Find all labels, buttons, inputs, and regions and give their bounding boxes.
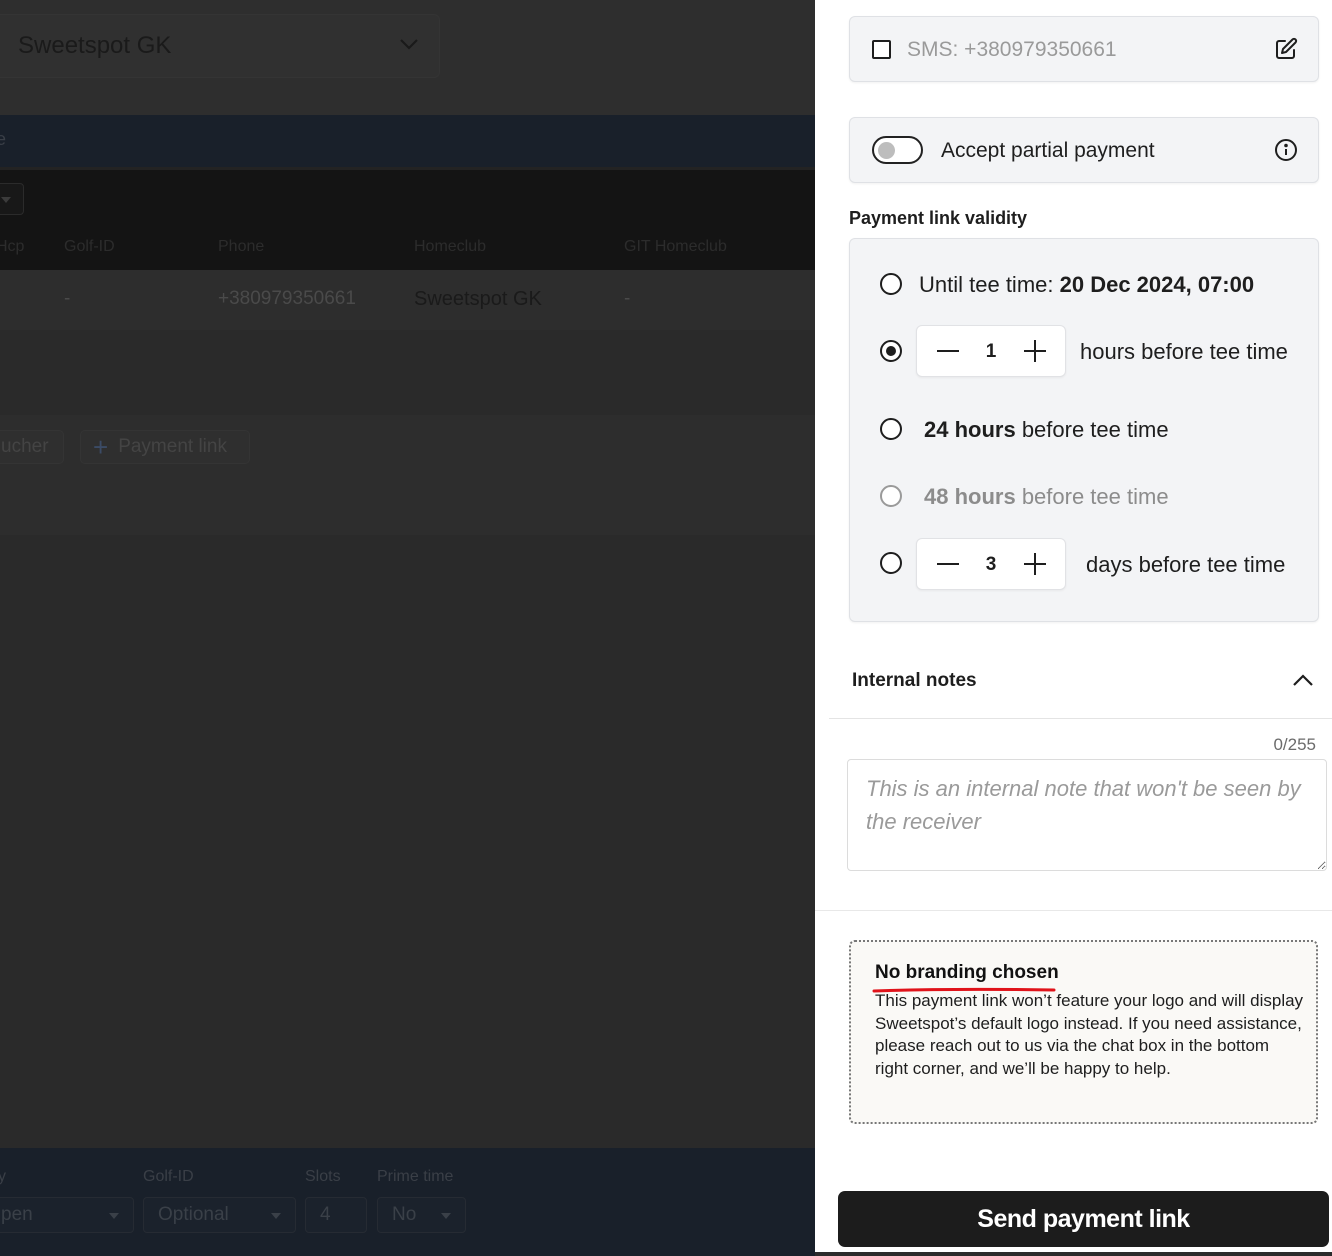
caret-down-icon: [109, 1213, 119, 1219]
hours-stepper-value[interactable]: 1: [979, 341, 1003, 363]
chevron-up-icon[interactable]: [1292, 672, 1314, 688]
option-48-hours-bold: 48 hours: [924, 484, 1016, 509]
partial-payment-card: Accept partial payment: [849, 117, 1319, 183]
background-tab-bar: e: [0, 115, 815, 167]
radio-until-tee-time[interactable]: [880, 273, 902, 295]
caret-down-icon: [441, 1213, 451, 1219]
club-select-value: Sweetspot GK: [18, 32, 172, 59]
background-app-overlay: Sweetspot GK e Hcp Golf-ID Phone Homeclu…: [0, 0, 815, 1256]
partial-payment-toggle[interactable]: [872, 136, 923, 164]
table-header-golf-id: Golf-ID: [64, 238, 115, 255]
option-24-hours-label: 24 hours before tee time: [924, 417, 1169, 443]
table-cell-phone: +380979350661: [218, 288, 356, 309]
radio-days-before[interactable]: [880, 552, 902, 574]
bottom-edge: [815, 1252, 1332, 1256]
minus-icon[interactable]: [937, 350, 959, 352]
partial-payment-label: Accept partial payment: [941, 139, 1155, 162]
chevron-down-icon: [400, 39, 418, 50]
sms-checkbox[interactable]: [872, 40, 891, 59]
internal-notes-title[interactable]: Internal notes: [852, 670, 977, 692]
validity-title: Payment link validity: [849, 208, 1028, 228]
voucher-button-label: ucher: [1, 436, 49, 457]
footer-select-open-value: pen: [1, 1204, 33, 1225]
footer-input-slots-value: 4: [320, 1204, 331, 1225]
option-24-hours-suffix: before tee time: [1015, 417, 1169, 442]
background-mini-dropdown: [0, 183, 24, 215]
branding-notice: No branding chosen This payment link won…: [849, 940, 1318, 1124]
minus-icon[interactable]: [937, 563, 959, 565]
branding-title: No branding chosen: [875, 962, 1059, 983]
payment-link-drawer: SMS: +380979350661 Accept partial paymen…: [815, 0, 1332, 1256]
option-48-hours-label: 48 hours before tee time: [924, 484, 1169, 510]
footer-select-prime-time: No: [377, 1197, 466, 1233]
footer-select-golf-id-value: Optional: [158, 1204, 229, 1225]
radio-48-hours[interactable]: [880, 485, 902, 507]
plus-icon: +: [93, 432, 109, 462]
option-until-tee-time-date: 20 Dec 2024, 07:00: [1059, 272, 1255, 297]
option-until-tee-time-prefix: Until tee time:: [919, 272, 1060, 297]
option-days-before-label: days before tee time: [1086, 552, 1286, 577]
section-divider: [815, 910, 1332, 911]
option-until-tee-time-label: Until tee time: 20 Dec 2024, 07:00: [919, 272, 1254, 298]
footer-input-slots: 4: [305, 1197, 367, 1233]
option-24-hours-bold: 24 hours: [924, 417, 1016, 442]
table-header-homeclub: Homeclub: [414, 238, 487, 255]
caret-down-icon: [271, 1213, 281, 1219]
radio-hours-before[interactable]: [880, 340, 902, 362]
days-stepper: 3: [916, 538, 1066, 590]
table-cell-homeclub: Sweetspot GK: [414, 288, 542, 310]
branding-body: This payment link won’t feature your log…: [875, 991, 1304, 1078]
footer-label-y: y: [0, 1168, 6, 1185]
option-hours-before-label: hours before tee time: [1080, 339, 1288, 364]
internal-notes-textarea[interactable]: [847, 759, 1327, 871]
footer-select-golf-id: Optional: [143, 1197, 296, 1233]
table-header-phone: Phone: [218, 238, 265, 255]
footer-label-prime-time: Prime time: [377, 1168, 454, 1185]
table-cell-golf-id: -: [64, 288, 71, 309]
table-row: [0, 270, 815, 330]
footer-label-golf-id: Golf-ID: [143, 1168, 194, 1185]
table-cell-git-homeclub: -: [624, 288, 631, 309]
club-select: Sweetspot GK: [0, 14, 440, 78]
sms-option-card: SMS: +380979350661: [849, 16, 1319, 82]
plus-icon[interactable]: [1024, 340, 1046, 362]
table-header-hcp: Hcp: [0, 238, 25, 255]
footer-select-prime-time-value: No: [392, 1204, 417, 1225]
sms-label: SMS: +380979350661: [907, 38, 1117, 61]
info-icon[interactable]: [1274, 138, 1298, 162]
option-48-hours-suffix: before tee time: [1015, 484, 1169, 509]
table-header-git-homeclub: GIT Homeclub: [624, 238, 727, 255]
footer-select-open: pen: [0, 1197, 134, 1233]
footer-label-slots: Slots: [305, 1168, 341, 1185]
days-stepper-value[interactable]: 3: [979, 554, 1003, 576]
voucher-button: ucher: [0, 430, 64, 464]
toggle-knob: [878, 142, 895, 159]
background-tab-fragment: e: [0, 129, 7, 149]
notes-divider: [829, 718, 1332, 719]
validity-options-card: Until tee time: 20 Dec 2024, 07:00 1 hou…: [849, 238, 1319, 622]
plus-icon[interactable]: [1024, 553, 1046, 575]
notes-char-counter: 0/255: [1273, 735, 1316, 754]
hours-stepper: 1: [916, 325, 1066, 377]
edit-icon[interactable]: [1274, 37, 1298, 61]
radio-24-hours[interactable]: [880, 418, 902, 440]
send-payment-link-button[interactable]: Send payment link: [838, 1191, 1329, 1247]
payment-link-button: + Payment link: [80, 430, 250, 464]
payment-link-button-label: Payment link: [118, 436, 227, 457]
caret-down-icon: [1, 197, 11, 203]
